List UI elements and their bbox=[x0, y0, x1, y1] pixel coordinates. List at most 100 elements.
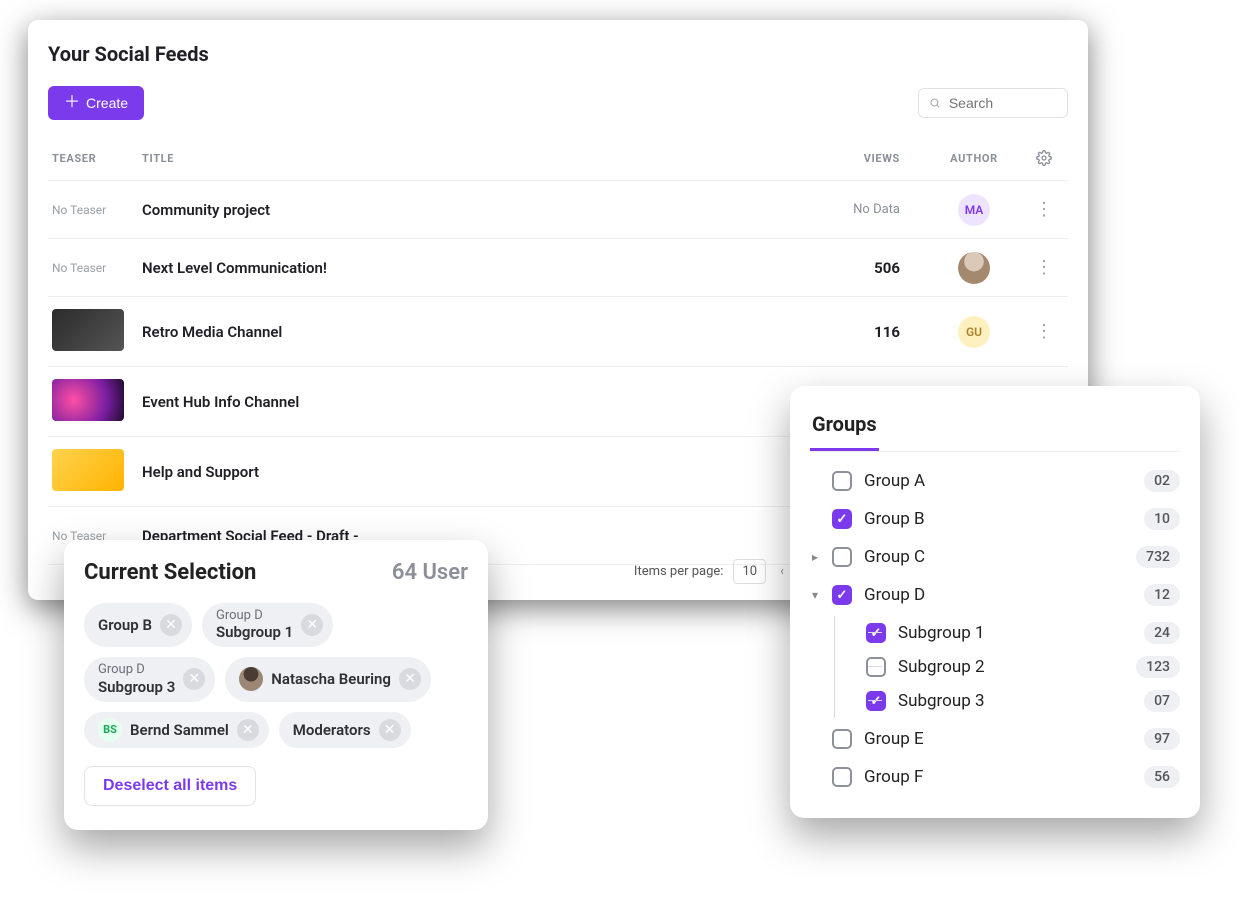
selection-chip: Moderators ✕ bbox=[279, 712, 411, 748]
selection-chip: Natascha Beuring ✕ bbox=[225, 657, 431, 701]
subgroup-row: Subgroup 3 07 bbox=[844, 684, 1180, 718]
selection-chip: BS Bernd Sammel ✕ bbox=[84, 712, 269, 748]
kebab-icon[interactable]: ⋮ bbox=[1035, 201, 1053, 219]
group-row: ▾ Group D 12 bbox=[810, 578, 1180, 612]
group-label[interactable]: Group C bbox=[864, 547, 1124, 567]
title-cell: Next Level Communication! bbox=[142, 259, 814, 277]
subgroup-label[interactable]: Subgroup 1 bbox=[898, 623, 1132, 643]
chip-remove-icon[interactable]: ✕ bbox=[301, 614, 323, 636]
chip-remove-icon[interactable]: ✕ bbox=[237, 719, 259, 741]
group-checkbox[interactable] bbox=[832, 585, 852, 605]
toolbar: ＋ Create bbox=[48, 86, 1068, 120]
group-label[interactable]: Group F bbox=[864, 767, 1132, 787]
search-field[interactable] bbox=[918, 88, 1068, 118]
group-checkbox[interactable] bbox=[832, 509, 852, 529]
group-count-badge: 732 bbox=[1136, 546, 1180, 568]
subgroup-checkbox[interactable] bbox=[866, 657, 886, 677]
views-cell: 116 bbox=[814, 323, 924, 341]
group-count-badge: 97 bbox=[1144, 728, 1180, 750]
group-row: ▸ Group C 732 bbox=[810, 540, 1180, 574]
search-icon bbox=[929, 96, 941, 110]
subgroup-checkbox[interactable] bbox=[866, 623, 886, 643]
group-count-badge: 56 bbox=[1144, 766, 1180, 788]
th-teaser: TEASER bbox=[52, 152, 142, 165]
group-row: Group E 97 bbox=[810, 722, 1180, 756]
selection-chip: Group DSubgroup 1✕ bbox=[202, 603, 333, 647]
deselect-all-button[interactable]: Deselect all items bbox=[84, 766, 256, 806]
th-settings[interactable] bbox=[1024, 150, 1064, 166]
subgroup-count-badge: 24 bbox=[1144, 622, 1180, 644]
group-count-badge: 12 bbox=[1144, 584, 1180, 606]
group-label[interactable]: Group D bbox=[864, 585, 1132, 605]
chip-parent-label: Group D bbox=[98, 663, 175, 677]
create-button-label: Create bbox=[86, 95, 128, 111]
chip-avatar: BS bbox=[98, 718, 122, 742]
author-cell: MA bbox=[924, 194, 1024, 226]
group-checkbox[interactable] bbox=[832, 547, 852, 567]
chip-remove-icon[interactable]: ✕ bbox=[379, 719, 401, 741]
chevron-left-icon[interactable]: ‹ bbox=[776, 564, 788, 579]
kebab-icon[interactable]: ⋮ bbox=[1035, 323, 1053, 341]
chip-label: Subgroup 3 bbox=[98, 678, 175, 696]
items-per-page-select[interactable]: 10 bbox=[733, 559, 766, 584]
th-title: TITLE bbox=[142, 152, 814, 165]
title-cell: Retro Media Channel bbox=[142, 323, 814, 341]
subgroup-count-badge: 07 bbox=[1144, 690, 1180, 712]
subgroup-label[interactable]: Subgroup 3 bbox=[898, 691, 1132, 711]
groups-panel: Groups Group A02Group B10▸Group C732▾Gro… bbox=[790, 386, 1200, 818]
kebab-icon[interactable]: ⋮ bbox=[1035, 259, 1053, 277]
group-label[interactable]: Group E bbox=[864, 729, 1132, 749]
selection-chip: Group DSubgroup 3 ✕ bbox=[84, 657, 215, 701]
avatar: MA bbox=[958, 194, 990, 226]
selection-title: Current Selection bbox=[84, 560, 256, 585]
row-actions: ⋮ bbox=[1024, 201, 1064, 219]
chevron-right-icon[interactable]: ▸ bbox=[810, 550, 820, 564]
chip-label: Moderators bbox=[293, 721, 371, 739]
items-per-page-label: Items per page: bbox=[634, 564, 724, 579]
group-label[interactable]: Group B bbox=[864, 509, 1132, 529]
teaser-thumbnail bbox=[52, 379, 124, 421]
chip-label: Natascha Beuring bbox=[271, 670, 391, 688]
gear-icon bbox=[1036, 150, 1052, 166]
group-label[interactable]: Group A bbox=[864, 471, 1132, 491]
plus-icon: ＋ bbox=[64, 95, 80, 111]
group-count-badge: 10 bbox=[1144, 508, 1180, 530]
chevron-down-icon[interactable]: ▾ bbox=[810, 588, 820, 602]
selection-count: 64 User bbox=[392, 560, 468, 585]
chip-label: Bernd Sammel bbox=[130, 721, 229, 739]
teaser-cell: No Teaser bbox=[52, 261, 142, 275]
teaser-thumbnail bbox=[52, 309, 124, 351]
author-cell bbox=[924, 252, 1024, 284]
group-row: Group B 10 bbox=[810, 502, 1180, 536]
search-input[interactable] bbox=[949, 95, 1057, 111]
group-checkbox[interactable] bbox=[832, 471, 852, 491]
subgroup-label[interactable]: Subgroup 2 bbox=[898, 657, 1124, 677]
create-button[interactable]: ＋ Create bbox=[48, 86, 144, 120]
title-cell: Event Hub Info Channel bbox=[142, 393, 814, 411]
table-row[interactable]: No TeaserCommunity projectNo DataMA⋮ bbox=[48, 181, 1068, 239]
subgroup-checkbox[interactable] bbox=[866, 691, 886, 711]
teaser-cell bbox=[52, 309, 142, 354]
group-list: Group A02Group B10▸Group C732▾Group D12S… bbox=[810, 464, 1180, 794]
teaser-cell bbox=[52, 449, 142, 494]
chip-remove-icon[interactable]: ✕ bbox=[183, 668, 205, 690]
tab-groups[interactable]: Groups bbox=[810, 406, 879, 451]
views-cell: 506 bbox=[814, 259, 924, 277]
subgroup-count-badge: 123 bbox=[1136, 656, 1180, 678]
table-row[interactable]: No TeaserNext Level Communication!506 ⋮ bbox=[48, 239, 1068, 297]
chip-label: Group B bbox=[98, 616, 152, 634]
chip-remove-icon[interactable]: ✕ bbox=[399, 668, 421, 690]
chip-avatar bbox=[239, 667, 263, 691]
chip-remove-icon[interactable]: ✕ bbox=[160, 614, 182, 636]
group-checkbox[interactable] bbox=[832, 729, 852, 749]
avatar bbox=[958, 252, 990, 284]
teaser-thumbnail bbox=[52, 449, 124, 491]
subgroup-row: Subgroup 1 24 bbox=[844, 616, 1180, 650]
subgroup-list: Subgroup 1 24 Subgroup 2 123Subgroup 3 07 bbox=[810, 616, 1180, 718]
group-row: Group F 56 bbox=[810, 760, 1180, 794]
group-checkbox[interactable] bbox=[832, 767, 852, 787]
row-actions: ⋮ bbox=[1024, 323, 1064, 341]
table-row[interactable]: Retro Media Channel116 GU ⋮ bbox=[48, 297, 1068, 367]
avatar: GU bbox=[958, 316, 990, 348]
table-header: TEASER TITLE VIEWS AUTHOR bbox=[48, 142, 1068, 181]
